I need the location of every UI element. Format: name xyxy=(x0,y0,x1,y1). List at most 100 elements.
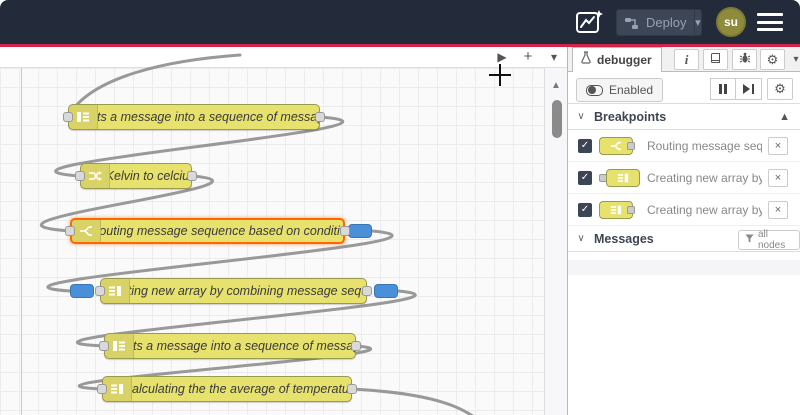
tab-scroll-right-button[interactable]: ▶ xyxy=(492,47,512,67)
scrollbar-thumb[interactable] xyxy=(552,100,562,138)
breakpoint-checkbox[interactable]: ✓ xyxy=(578,139,592,153)
node-label: Creating new array by combining message … xyxy=(130,284,366,298)
filter-nodes-button[interactable]: all nodes xyxy=(738,229,800,251)
debug-bug-button[interactable] xyxy=(732,49,757,70)
flow-node-join-2[interactable]: Calculating the the average of temperatu… xyxy=(102,376,352,402)
node-output-port[interactable] xyxy=(340,226,350,236)
node-output-port[interactable] xyxy=(315,112,325,122)
sidebar-settings-button[interactable]: ⚙ xyxy=(760,49,785,70)
breakpoint-marker[interactable] xyxy=(374,284,398,298)
switch-icon xyxy=(72,220,101,242)
join-icon xyxy=(103,377,132,401)
messages-title: Messages xyxy=(594,231,654,246)
breakpoint-checkbox[interactable]: ✓ xyxy=(578,171,592,185)
breakpoint-label: Routing message sequence based on condit… xyxy=(647,139,762,153)
flow-node-change[interactable]: Kelvin to celcius xyxy=(80,163,192,189)
breakpoint-checkbox[interactable]: ✓ xyxy=(578,203,592,217)
chevron-down-icon: ∨ xyxy=(577,233,585,244)
deploy-label: Deploy xyxy=(646,15,687,30)
canvas-vertical-scrollbar[interactable]: ▲ xyxy=(545,68,567,415)
deploy-button[interactable]: Deploy ▾ xyxy=(616,9,702,36)
pause-icon xyxy=(719,84,722,94)
split-icon xyxy=(69,105,98,129)
deploy-icon xyxy=(625,16,641,30)
flow-node-split-1[interactable]: Splits a message into a sequence of mess… xyxy=(68,104,320,130)
node-output-port[interactable] xyxy=(351,341,361,351)
header-bar: Deploy ▾ su xyxy=(0,0,800,44)
breakpoint-label: Creating new array by combining message … xyxy=(647,203,762,217)
funnel-icon xyxy=(745,234,754,246)
messages-section-header[interactable]: ∨ Messages all nodes xyxy=(568,226,800,252)
breakpoint-row[interactable]: ✓ Creating new array by combining messag… xyxy=(568,162,800,194)
node-label: Kelvin to celcius xyxy=(110,169,191,183)
breakpoint-row[interactable]: ✓ Routing message sequence based on cond… xyxy=(568,130,800,162)
debugger-toolbar: Enabled ⚙ xyxy=(568,72,800,104)
info-icon: i xyxy=(684,51,689,67)
flask-icon xyxy=(580,51,592,69)
step-button[interactable] xyxy=(736,78,762,100)
split-icon xyxy=(105,334,134,358)
node-label: Splits a message into a sequence of mess… xyxy=(98,110,319,124)
export-chart-button[interactable] xyxy=(572,8,606,38)
pause-button[interactable] xyxy=(710,78,736,100)
node-input-port[interactable] xyxy=(97,384,107,394)
workspace-tabbar: ▶ + ▾ xyxy=(0,47,567,68)
breakpoints-section-header[interactable]: ∨ Breakpoints ▲ xyxy=(568,104,800,130)
filter-label: all nodes xyxy=(758,229,786,251)
help-book-button[interactable] xyxy=(703,49,728,70)
node-output-port[interactable] xyxy=(187,171,197,181)
breakpoint-marker[interactable] xyxy=(348,224,372,238)
sidebar-tabbar: debugger i ⚙ ▾ xyxy=(568,47,800,72)
empty-message-row xyxy=(568,260,800,275)
node-input-port[interactable] xyxy=(99,341,109,351)
breakpoint-label: Creating new array by combining message … xyxy=(647,171,762,185)
node-red-window: Deploy ▾ su ▶ + ▾ s a message into a seq… xyxy=(0,0,800,415)
mini-join-node-icon xyxy=(599,200,641,220)
scroll-up-icon[interactable]: ▲ xyxy=(545,80,567,91)
chevron-down-icon: ∨ xyxy=(577,111,585,122)
workspace-edge-line xyxy=(21,68,22,415)
flow-node-switch[interactable]: Routing message sequence based on condit… xyxy=(70,218,345,244)
flow-node-join-1[interactable]: Creating new array by combining message … xyxy=(100,278,367,304)
node-input-port[interactable] xyxy=(95,286,105,296)
flow-list-caret-button[interactable]: ▾ xyxy=(544,47,564,67)
debugger-enabled-toggle[interactable]: Enabled xyxy=(576,78,664,102)
list-scroll-up-icon[interactable]: ▲ xyxy=(779,111,790,123)
node-input-port[interactable] xyxy=(63,112,73,122)
breakpoints-title: Breakpoints xyxy=(594,109,667,124)
mini-switch-node-icon xyxy=(599,136,641,156)
toggle-icon xyxy=(586,84,603,96)
enabled-label: Enabled xyxy=(609,83,654,97)
flow-node-split-2[interactable]: Splits a message into a sequence of mess… xyxy=(104,333,356,359)
remove-breakpoint-button[interactable]: × xyxy=(768,169,788,187)
hamburger-icon xyxy=(757,13,783,16)
avatar-initials: su xyxy=(723,15,738,29)
sidebar-menu-caret[interactable]: ▾ xyxy=(789,49,800,70)
remove-breakpoint-button[interactable]: × xyxy=(768,137,788,155)
change-icon xyxy=(81,164,110,188)
debugger-settings-button[interactable]: ⚙ xyxy=(767,78,793,100)
breakpoint-marker[interactable] xyxy=(70,284,94,298)
bug-icon xyxy=(739,52,751,67)
node-input-port[interactable] xyxy=(75,171,85,181)
remove-breakpoint-button[interactable]: × xyxy=(768,201,788,219)
node-output-port[interactable] xyxy=(347,384,357,394)
book-icon xyxy=(710,52,722,67)
user-avatar[interactable]: su xyxy=(716,7,746,37)
caret-down-icon: ▾ xyxy=(793,54,799,65)
tab-debugger[interactable]: debugger xyxy=(572,47,662,72)
sidebar: debugger i ⚙ ▾ Enabled ⚙ ∨ Breakpoints ▲… xyxy=(567,47,800,415)
add-flow-button[interactable]: + xyxy=(518,47,538,67)
node-output-port[interactable] xyxy=(362,286,372,296)
gear-icon: ⚙ xyxy=(766,51,779,67)
gear-icon: ⚙ xyxy=(774,81,786,96)
node-label: Routing message sequence based on condit… xyxy=(101,224,343,238)
export-chart-icon xyxy=(574,10,604,39)
main-menu-button[interactable] xyxy=(757,13,783,31)
breakpoint-row[interactable]: ✓ Creating new array by combining messag… xyxy=(568,194,800,226)
info-button[interactable]: i xyxy=(674,49,699,70)
node-input-port[interactable] xyxy=(65,226,75,236)
deploy-caret-icon[interactable]: ▾ xyxy=(695,16,701,29)
node-label: Splits a message into a sequence of mess… xyxy=(134,339,355,353)
join-icon xyxy=(101,279,130,303)
